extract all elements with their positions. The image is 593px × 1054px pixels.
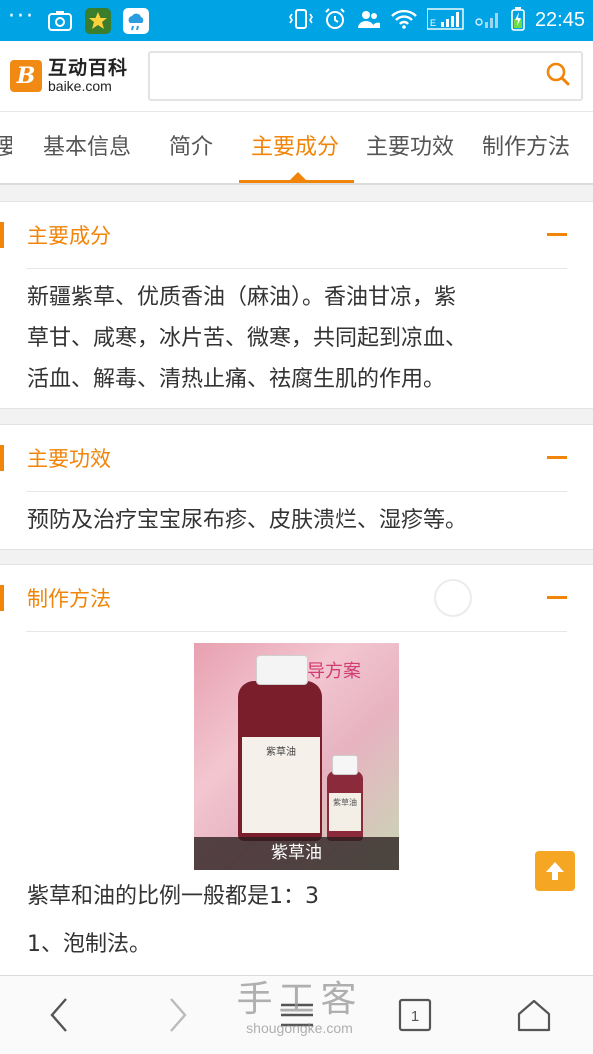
section-ingredients-header[interactable]: 主要成分 xyxy=(0,202,593,268)
back-to-top-button[interactable] xyxy=(535,851,575,891)
battery-charging-icon xyxy=(511,6,525,35)
tab-intro[interactable]: 简介 xyxy=(169,112,213,183)
home-icon xyxy=(517,999,551,1032)
text-line: 活血、解毒、清热止痛、祛腐生肌的作用。 xyxy=(27,367,446,392)
section-title: 主要成分 xyxy=(27,224,111,248)
tabs-count: 1 xyxy=(411,1008,419,1025)
section-method: 制作方法 指导方案 紫草油 紫草油 紫草油 紫草和油的比例一般都是1：3 1、泡… xyxy=(0,564,593,976)
network-type: E xyxy=(430,18,436,28)
active-tab-underline xyxy=(239,180,354,183)
status-bar: ··· E 22:45 xyxy=(0,0,593,41)
section-title: 制作方法 xyxy=(27,587,111,611)
section-accent-bar xyxy=(0,585,4,611)
chevron-left-icon xyxy=(50,998,67,1032)
collapse-icon[interactable] xyxy=(547,456,567,459)
large-bottle-cap xyxy=(256,655,308,685)
tabs-count-icon: 1 xyxy=(398,998,432,1032)
small-bottle-cap xyxy=(332,755,358,775)
more-notifications-icon: ··· xyxy=(8,3,35,29)
tab-basic-info[interactable]: 基本信息 xyxy=(43,112,131,183)
image-caption: 紫草油 xyxy=(194,837,399,870)
loading-spinner-icon xyxy=(434,579,472,617)
alarm-icon xyxy=(323,7,347,35)
collapse-icon[interactable] xyxy=(547,233,567,236)
section-ingredients-text: 新疆紫草、优质香油（麻油）。香油甘凉，紫 草甘、咸寒，冰片苦、微寒，共同起到凉血… xyxy=(0,269,593,400)
chevron-right-icon xyxy=(170,998,187,1032)
contacts-icon xyxy=(357,9,381,33)
section-method-header[interactable]: 制作方法 xyxy=(0,565,593,631)
star-app-icon xyxy=(84,7,111,34)
section-title: 主要功效 xyxy=(27,447,111,471)
section-tabs: 要 基本信息 简介 主要成分 主要功效 制作方法 xyxy=(0,111,593,185)
large-bottle-label: 紫草油 xyxy=(242,737,320,833)
signal-icon: E xyxy=(426,7,465,35)
signal-2-icon xyxy=(475,8,501,34)
vibrate-icon xyxy=(288,8,313,34)
tabs-button[interactable]: 1 xyxy=(390,990,440,1040)
logo-domain: baike.com xyxy=(48,77,112,94)
step-text: 1、泡制法。 xyxy=(27,932,151,957)
search-input[interactable] xyxy=(148,51,583,101)
screenshot-icon xyxy=(47,8,73,34)
site-header: B 互动百科 baike.com xyxy=(0,41,593,111)
active-tab-caret xyxy=(290,172,306,180)
tab-summary[interactable]: 要 xyxy=(0,112,12,183)
forward-button[interactable] xyxy=(152,990,202,1040)
browser-toolbar: 1 xyxy=(0,975,593,1054)
back-button[interactable] xyxy=(35,990,85,1040)
menu-icon xyxy=(281,1003,313,1027)
section-accent-bar xyxy=(0,222,4,248)
product-image[interactable]: 指导方案 紫草油 紫草油 紫草油 xyxy=(194,643,399,870)
weather-icon xyxy=(122,7,149,34)
clock-time: 22:45 xyxy=(534,9,585,31)
search-icon[interactable] xyxy=(545,61,571,91)
section-efficacy-text: 预防及治疗宝宝尿布疹、皮肤溃烂、湿疹等。 xyxy=(0,492,593,541)
section-ingredients: 主要成分 新疆紫草、优质香油（麻油）。香油甘凉，紫 草甘、咸寒，冰片苦、微寒，共… xyxy=(0,201,593,409)
logo-mark-icon: B xyxy=(10,60,42,92)
arrow-up-icon xyxy=(546,862,564,880)
tab-main-efficacy[interactable]: 主要功效 xyxy=(366,112,454,183)
small-bottle-label: 紫草油 xyxy=(329,793,361,831)
section-efficacy: 主要功效 预防及治疗宝宝尿布疹、皮肤溃烂、湿疹等。 xyxy=(0,424,593,550)
wifi-icon xyxy=(391,9,417,33)
text-line: 草甘、咸寒，冰片苦、微寒，共同起到凉血、 xyxy=(27,326,468,351)
section-efficacy-header[interactable]: 主要功效 xyxy=(0,425,593,491)
collapse-icon[interactable] xyxy=(547,596,567,599)
text-line: 新疆紫草、优质香油（麻油）。香油甘凉，紫 xyxy=(27,285,457,310)
text-line: 预防及治疗宝宝尿布疹、皮肤溃烂、湿疹等。 xyxy=(27,508,468,533)
ratio-text: 紫草和油的比例一般都是1：3 xyxy=(27,884,319,909)
divider xyxy=(26,631,567,632)
section-accent-bar xyxy=(0,445,4,471)
baike-logo[interactable]: B 互动百科 baike.com xyxy=(10,56,140,94)
home-button[interactable] xyxy=(509,990,559,1040)
logo-name: 互动百科 xyxy=(48,56,129,79)
menu-button[interactable] xyxy=(272,990,322,1040)
tab-method[interactable]: 制作方法 xyxy=(482,112,570,183)
